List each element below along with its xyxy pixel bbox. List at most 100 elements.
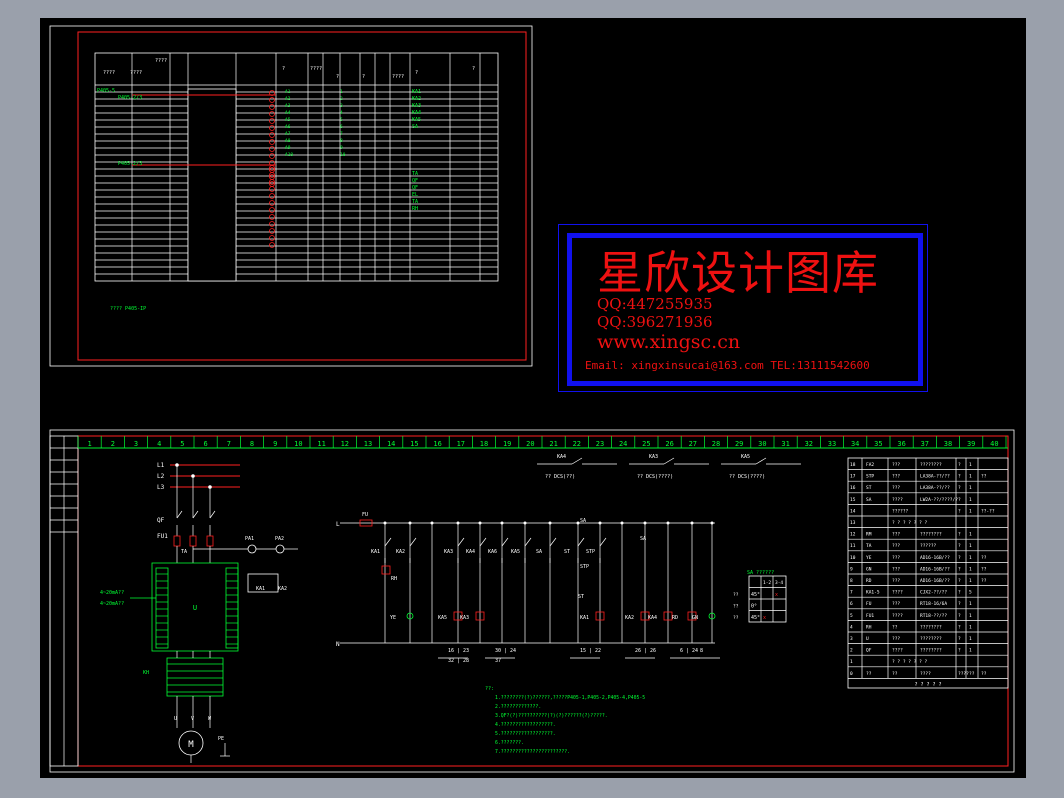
fuse-fu1 [206, 535, 214, 547]
note-line: 3.QF?(?)??????????(?)(?)??????(?)?????. [495, 713, 608, 719]
bom-cell: RT18-??/?? [920, 613, 947, 619]
ruler-number: 10 [294, 440, 302, 448]
bom-cell: LW2A-??/????/? [920, 497, 958, 503]
pa1-meter [247, 544, 257, 554]
no-contact [577, 537, 585, 547]
bom-cell: ??? [892, 636, 900, 642]
no-contact [524, 537, 532, 547]
note-line: 4.??????????????????. [495, 722, 556, 728]
ruler-number: 23 [596, 440, 604, 448]
pa2-meter [275, 544, 285, 554]
ruler-number: 19 [503, 440, 511, 448]
ruler-number: 34 [851, 440, 859, 448]
top-table [94, 52, 499, 282]
bom-index: 6 [850, 601, 853, 607]
contact-label: KA2 [396, 549, 405, 555]
kh-label: KH [143, 670, 149, 676]
bom-cell: ???? [892, 497, 903, 503]
top-cell-green: A10 [285, 152, 293, 158]
top-cell-green: A5 [285, 117, 291, 123]
bom-cell: TA [866, 543, 872, 549]
bom-index: 18 [850, 462, 856, 468]
contact-ref: 37 [495, 658, 501, 664]
fuse-fu1 [173, 535, 181, 547]
junction [666, 521, 670, 525]
ruler-number: 24 [619, 440, 627, 448]
junction [620, 521, 624, 525]
ruler-number: 40 [990, 440, 998, 448]
ruler-number: 6 [203, 440, 207, 448]
bom-index: 11 [850, 543, 856, 549]
ruler-number: 39 [967, 440, 975, 448]
ruler-number: 2 [111, 440, 115, 448]
coil-label: KA1 [580, 615, 589, 621]
ruler-number: 8 [250, 440, 254, 448]
bom-index: 7 [850, 590, 853, 596]
bom-cell: ??? [892, 555, 900, 561]
ruler-number: 7 [227, 440, 231, 448]
top-header-text: ???? [392, 74, 404, 80]
bom-cell: RM [866, 532, 872, 538]
bom-cell: ?????? [920, 543, 937, 549]
bom-cell: 1 [969, 485, 972, 491]
junction [523, 521, 527, 525]
top-contact-label: KA3 [649, 454, 658, 460]
motor-terminal: W [208, 716, 212, 722]
motor-label: M [188, 740, 194, 750]
top-cell-green: A7 [285, 131, 291, 137]
top-header-text: ???? [130, 70, 142, 76]
top-cell-green: 10 [340, 152, 346, 158]
bom-cell: KA1-5 [866, 590, 880, 596]
sa-cell: 0° [751, 604, 757, 610]
bom-cell: LA38A-??/?? [920, 474, 950, 480]
top-header-text: ? [336, 74, 339, 80]
bom-cell: ?? [892, 624, 898, 630]
junction [710, 521, 714, 525]
ruler-number: 16 [433, 440, 441, 448]
top-terminal-circle [269, 242, 275, 248]
top-row-item: KA4 [412, 110, 421, 116]
ruler-number: 26 [665, 440, 673, 448]
top-cell-green: 4 [340, 110, 343, 116]
bom-cell: ??? [892, 462, 900, 468]
sa-side: ?? [733, 604, 739, 610]
top-terminal-circle [269, 228, 275, 234]
bom-cell: 1 [969, 555, 972, 561]
ruler-number: 17 [457, 440, 465, 448]
sa-cell: x [775, 592, 778, 598]
top-terminal-circle [269, 200, 275, 206]
ruler-number: 29 [735, 440, 743, 448]
top-cell-green: 6 [340, 124, 343, 130]
top-header-text: ???? [155, 58, 167, 64]
watermark-title: 星欣设计图库 [597, 246, 879, 300]
bom-cell: 1 [969, 543, 972, 549]
watermark-qq2: QQ:396271936 [597, 313, 713, 331]
bom-cell: STP [866, 474, 874, 480]
bom-cell: ? [958, 532, 961, 538]
note-line: 6.???????. [495, 740, 524, 746]
bom-cell: ? [958, 624, 961, 630]
watermark-site[interactable]: www.xingsc.cn [597, 331, 740, 353]
ka1-label: KA1 [256, 586, 265, 592]
bom-cell: ??? [892, 566, 900, 572]
analog-input-label: 4~20mA?? [100, 601, 124, 607]
junction [430, 521, 434, 525]
top-terminal-circle [269, 146, 275, 152]
top-terminal-circle [269, 235, 275, 241]
top-terminal-circle [269, 104, 275, 110]
bom-cell: ?? [981, 578, 987, 584]
note-line: 5.??????????????????. [495, 731, 556, 737]
bom-cell: FA2 [866, 462, 874, 468]
bom-cell: QF [866, 648, 872, 654]
bom-index: 1 [850, 659, 853, 665]
ruler-number: 33 [828, 440, 836, 448]
bom-index: 0 [850, 671, 853, 677]
ruler-number: 15 [410, 440, 418, 448]
top-green-label: P405-2/3 [118, 161, 142, 167]
top-sheet-frame [49, 25, 533, 367]
no-contact [549, 537, 557, 547]
bom-cell: ???? [892, 648, 903, 654]
bom-cell: ??? [892, 485, 900, 491]
contact-ref: 30 | 24 [495, 648, 516, 654]
watermark-qq1: QQ:447255935 [597, 295, 713, 313]
